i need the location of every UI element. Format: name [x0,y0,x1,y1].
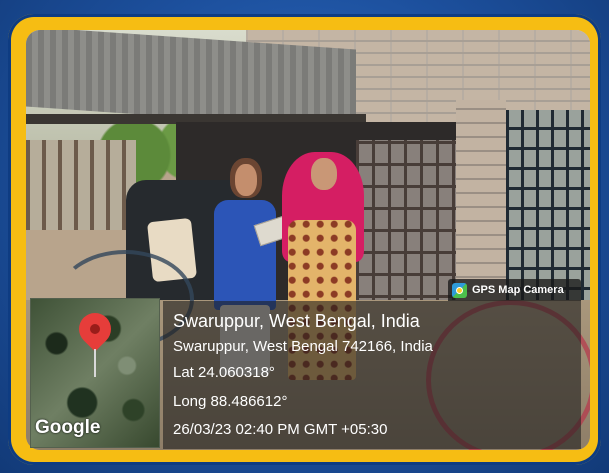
fence [26,140,136,230]
stage: GPS Map Camera Google Swaruppur, West Be… [0,0,609,473]
latitude: Lat 24.060318° [173,364,275,381]
location-info-panel: Swaruppur, West Bengal, India Swaruppur,… [163,301,581,449]
gps-map-camera-tag: GPS Map Camera [448,279,581,301]
pin-dot [90,324,100,334]
pin-stem [94,349,96,377]
person-blue-uniform [214,200,276,310]
gps-camera-icon [452,282,467,298]
timestamp: 26/03/23 02:40 PM GMT +05:30 [173,421,388,438]
person-pink-face [311,158,337,190]
address-line: Swaruppur, West Bengal 742166, India [173,338,433,355]
longitude: Long 88.486612° [173,393,288,410]
map-thumbnail: Google [30,298,160,448]
place-title: Swaruppur, West Bengal, India [173,311,420,331]
app-label: GPS Map Camera [472,284,564,296]
person-blue-face [235,164,257,196]
google-attribution: Google [35,417,101,438]
window-grill [356,140,456,320]
